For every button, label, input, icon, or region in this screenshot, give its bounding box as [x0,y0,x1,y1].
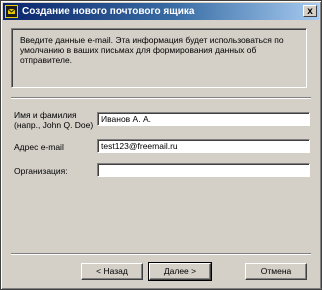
close-button[interactable]: x [303,5,317,17]
window-title: Создание нового почтового ящика [22,6,195,17]
organization-field[interactable] [97,163,310,177]
info-panel: Введите данные e-mail. Эта информация бу… [11,28,307,88]
organization-label: Организация: [14,166,68,176]
wizard-window: Создание нового почтового ящика x Введит… [0,0,322,290]
name-label: Имя и фамилия (напр., John Q. Doe) [14,110,94,130]
mail-account-icon [5,5,18,18]
close-icon: x [307,6,313,17]
back-button[interactable]: < Назад [81,263,143,280]
name-field[interactable]: Иванов А. А. [97,112,310,126]
info-text: Введите данные e-mail. Эта информация бу… [20,35,284,65]
cancel-button[interactable]: Отмена [245,263,307,280]
email-label: Адрес e-mail [14,142,64,152]
title-bar[interactable]: Создание нового почтового ящика x [3,3,319,20]
email-field[interactable]: test123@freemail.ru [97,139,310,153]
next-button[interactable]: Далее > [148,262,212,281]
divider-bottom [11,253,311,255]
divider-top [11,97,311,99]
